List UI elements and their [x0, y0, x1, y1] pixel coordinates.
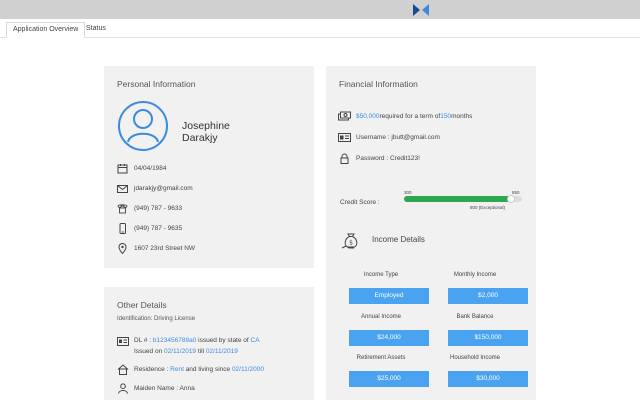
mobile-phone-icon: [119, 222, 126, 234]
last-name: Darakjy: [182, 132, 218, 144]
credit-score-knob: [507, 195, 516, 203]
household-income-label: Household Income: [449, 355, 501, 361]
retirement-assets-label: Retirement Assets: [356, 355, 406, 361]
username-row: Username : jbutt@gmail.com: [338, 131, 440, 143]
financial-information-card: Financial Information $50,000 required f…: [326, 66, 536, 400]
dl-state-text: issued by state of: [196, 337, 251, 344]
months-text: months: [451, 112, 473, 120]
monthly-income-value[interactable]: $2,000: [448, 288, 528, 304]
loan-row: $50,000 required for a term of 150 month…: [338, 110, 472, 122]
dl-prefix: DL # :: [134, 337, 153, 344]
mobile-value: (949) 787 - 9635: [134, 224, 183, 232]
address-value: 1607 23rd Street NW: [134, 244, 196, 252]
living-since-text: and living since: [183, 366, 232, 373]
email-value: jdarakjy@gmail.com: [134, 184, 193, 192]
annual-income-value[interactable]: $24,000: [349, 330, 429, 346]
svg-text:$: $: [349, 240, 353, 247]
credit-min-label: 300: [404, 190, 412, 195]
personal-information-card: Personal Information Josephine Darakjy 0…: [104, 66, 314, 268]
mobile-row: (949) 787 - 9635: [117, 222, 182, 234]
other-details-card: Other Details Identification: Driving Li…: [104, 287, 314, 400]
credit-max-label: 850: [512, 190, 520, 195]
bank-balance-value[interactable]: $150,000: [448, 330, 528, 346]
telephone-icon: [117, 203, 128, 213]
loan-term: 150: [440, 112, 452, 120]
household-income-value[interactable]: $30,000: [448, 371, 528, 387]
required-text: required for a term of: [379, 112, 441, 120]
dl-number: b123456789a0: [152, 337, 197, 344]
income-type-value[interactable]: Employed: [349, 288, 429, 304]
personal-information-title: Personal Information: [117, 79, 196, 89]
address-row: 1607 23rd Street NW: [117, 242, 195, 254]
money-bag-icon: $: [341, 233, 358, 249]
id-badge-icon: [338, 132, 351, 142]
home-icon: [117, 364, 129, 375]
logo-icon: [413, 4, 429, 16]
credit-score-value: 800 (Exceptional): [470, 205, 506, 210]
residence-prefix: Residence :: [134, 366, 171, 373]
tab-status[interactable]: Status: [80, 22, 112, 38]
password-value: Password : Credit123!: [356, 154, 420, 162]
password-row: Password : Credit123!: [338, 152, 420, 164]
email-row: jdarakjy@gmail.com: [117, 182, 193, 194]
phone-value: (949) 787 - 9633: [134, 204, 183, 212]
tab-application-overview[interactable]: Application Overview: [6, 22, 86, 38]
financial-information-title: Financial Information: [339, 79, 418, 89]
income-details-title: Income Details: [372, 235, 425, 244]
calendar-icon: [117, 163, 128, 173]
applicant-name: Josephine Darakjy: [182, 120, 230, 144]
monthly-income-label: Monthly Income: [453, 272, 497, 278]
username-value: Username : jbutt@gmail.com: [356, 133, 440, 141]
issued-date: 02/11/2019: [164, 348, 197, 355]
residence-line: Residence : Rent and living since 02/11/…: [134, 366, 264, 373]
maiden-name: Maiden Name : Anna: [134, 385, 195, 392]
other-details-title: Other Details: [117, 300, 167, 310]
credit-score-label: Credit Score :: [340, 199, 380, 206]
residence-type: Rent: [170, 366, 184, 373]
id-card-icon: [117, 337, 129, 346]
credit-score-bar: [404, 195, 522, 203]
dob-value: 04/04/1984: [134, 164, 167, 172]
tab-bar: Application Overview Status: [0, 19, 640, 38]
dl-dates-line: Issued on 02/11/2019 till 02/11/2019: [134, 348, 238, 355]
dl-line: DL # : b123456789a0 issued by state of C…: [134, 337, 260, 344]
email-icon: [117, 184, 128, 193]
credit-score-fill: [404, 196, 512, 202]
bank-balance-label: Bank Balance: [456, 314, 494, 320]
annual-income-label: Annual Income: [360, 314, 402, 320]
phone-row: (949) 787 - 9633: [117, 202, 182, 214]
identification-text: Identification: Driving License: [117, 316, 196, 322]
living-since-date: 02/11/2000: [231, 366, 264, 373]
money-stack-icon: [338, 111, 351, 120]
location-pin-icon: [118, 242, 127, 254]
top-bar: [0, 0, 640, 19]
loan-amount: $50,000: [356, 112, 380, 120]
user-avatar-icon: [118, 101, 168, 151]
dl-state: CA: [250, 337, 260, 344]
issued-on-text: Issued on: [134, 348, 164, 355]
lock-icon: [340, 153, 349, 164]
income-type-label: Income Type: [363, 272, 399, 278]
retirement-assets-value[interactable]: $25,000: [349, 371, 429, 387]
person-icon: [118, 383, 128, 394]
till-text: till: [196, 348, 206, 355]
first-name: Josephine: [182, 120, 230, 132]
till-date: 02/11/2019: [205, 348, 238, 355]
dob-row: 04/04/1984: [117, 162, 167, 174]
